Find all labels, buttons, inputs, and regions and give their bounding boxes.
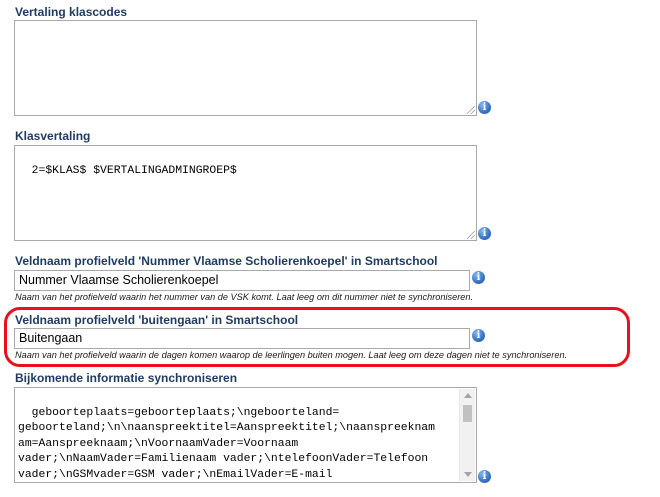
klasvertaling-textarea[interactable]: 2=$KLAS$ $VERTALINGADMINGROEP$ [14,145,477,241]
info-icon[interactable]: i [472,271,485,284]
info-icon[interactable]: i [478,227,491,240]
klasvertaling-label: Klasvertaling [15,129,91,143]
resize-grip[interactable] [467,106,475,114]
buitengaan-veld-label: Veldnaam profielveld 'buitengaan' in Sma… [15,313,299,327]
textarea-scrollbar[interactable] [459,389,475,481]
resize-grip[interactable] [467,231,475,239]
scroll-up-arrow-icon[interactable] [464,393,472,398]
scroll-down-arrow-icon[interactable] [464,472,472,477]
bijkomende-info-label: Bijkomende informatie synchroniseren [15,371,238,385]
vsk-veld-label: Veldnaam profielveld 'Nummer Vlaamse Sch… [15,254,438,268]
info-icon[interactable]: i [478,470,491,483]
scroll-thumb[interactable] [463,405,472,422]
vertaling-klascodes-textarea[interactable] [14,20,477,116]
vertaling-klascodes-label: Vertaling klascodes [15,5,128,19]
bijkomende-info-textarea[interactable]: geboorteplaats=geboorteplaats;\ngeboorte… [14,387,477,483]
buitengaan-veld-help: Naam van het profielveld waarin de dagen… [15,350,568,360]
info-icon[interactable]: i [472,329,485,342]
vsk-veld-help: Naam van het profielveld waarin het numm… [15,292,474,302]
vsk-veld-input[interactable]: Nummer Vlaamse Scholierenkoepel [14,270,470,291]
info-icon[interactable]: i [478,101,491,114]
buitengaan-veld-input[interactable]: Buitengaan [14,328,470,349]
